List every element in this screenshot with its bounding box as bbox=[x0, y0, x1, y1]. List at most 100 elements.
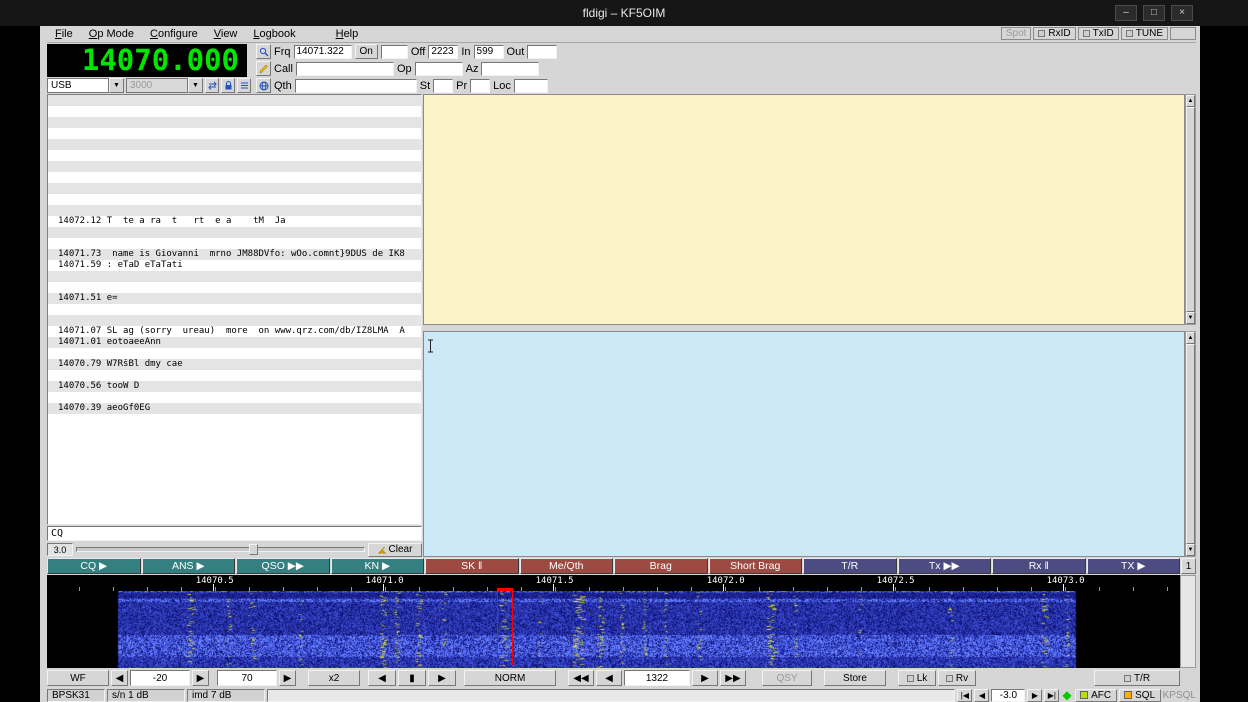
slider-thumb[interactable] bbox=[249, 544, 258, 555]
scroll-up-icon[interactable]: ▲ bbox=[1186, 95, 1195, 107]
browser-row[interactable] bbox=[48, 161, 421, 172]
browser-row[interactable]: 14071.07 SL ag (sorry ureau) more on www… bbox=[48, 326, 421, 337]
scroll-left-button[interactable]: ◀ bbox=[368, 670, 396, 686]
tune-toggle[interactable]: TUNE bbox=[1121, 27, 1168, 40]
spot-toggle[interactable]: Spot bbox=[1001, 27, 1032, 40]
txid-toggle[interactable]: TxID bbox=[1078, 27, 1119, 40]
browser-row[interactable] bbox=[48, 271, 421, 282]
tx-scrollbar[interactable]: ▲ ▼ bbox=[1185, 331, 1196, 557]
menu-logbook[interactable]: Logbook bbox=[245, 28, 303, 40]
edit-entry-button[interactable] bbox=[256, 61, 271, 76]
tr-toggle[interactable]: T/R bbox=[1094, 670, 1180, 686]
carrier-up-button[interactable]: ▶ bbox=[692, 670, 718, 686]
seek-input[interactable] bbox=[47, 526, 422, 541]
wf-mode-button[interactable]: WF bbox=[47, 670, 109, 686]
browser-row[interactable] bbox=[48, 348, 421, 359]
scroll-up-icon[interactable]: ▲ bbox=[1186, 332, 1195, 344]
chevron-down-icon[interactable]: ▼ bbox=[109, 78, 124, 93]
reverse-toggle[interactable]: Rv bbox=[938, 670, 976, 686]
loc-input[interactable] bbox=[514, 79, 548, 93]
lock-button[interactable] bbox=[221, 78, 235, 93]
browser-row[interactable] bbox=[48, 139, 421, 150]
chevron-down-icon[interactable]: ▼ bbox=[188, 78, 203, 93]
browser-row[interactable] bbox=[48, 238, 421, 249]
browser-row[interactable] bbox=[48, 150, 421, 161]
browser-row[interactable] bbox=[48, 194, 421, 205]
time-on-input[interactable] bbox=[381, 45, 408, 59]
waterfall-cursor[interactable] bbox=[497, 588, 513, 665]
macro-button-tx[interactable]: Tx ▶▶ bbox=[898, 558, 992, 574]
scroll-right-button[interactable]: ▶ bbox=[428, 670, 456, 686]
txlevel-down-button[interactable]: ◀ bbox=[974, 689, 989, 702]
browser-row[interactable]: 14071.59 : eTaD eTaTati bbox=[48, 260, 421, 271]
rx-text-panel[interactable] bbox=[423, 94, 1185, 325]
qth-input[interactable] bbox=[295, 79, 417, 93]
signal-browser[interactable]: 14072.12 T te a ra t rt e a tM Ja14071.7… bbox=[47, 94, 422, 525]
browser-row[interactable] bbox=[48, 315, 421, 326]
macro-button-meqth[interactable]: Me/Qth bbox=[520, 558, 614, 574]
center-signal-button[interactable]: ▮ bbox=[398, 670, 426, 686]
mode-status[interactable]: BPSK31 bbox=[47, 689, 105, 702]
clear-button[interactable]: Clear bbox=[368, 543, 422, 557]
menu-op-mode[interactable]: Op Mode bbox=[81, 28, 142, 40]
frq-input[interactable] bbox=[294, 45, 352, 59]
macro-button-tx[interactable]: TX ▶ bbox=[1087, 558, 1181, 574]
browser-row[interactable]: 14071.73 name is Giovanni mrno JM88DVfo:… bbox=[48, 249, 421, 260]
browser-row[interactable] bbox=[48, 95, 421, 106]
rxid-toggle[interactable]: RxID bbox=[1033, 27, 1075, 40]
time-off-input[interactable] bbox=[428, 45, 458, 59]
call-input[interactable] bbox=[296, 62, 394, 76]
macro-button-qso[interactable]: QSO ▶▶ bbox=[236, 558, 330, 574]
browser-row[interactable]: 14071.01 eotoaeeAnn bbox=[48, 337, 421, 348]
rst-out-input[interactable] bbox=[527, 45, 557, 59]
browser-row[interactable] bbox=[48, 370, 421, 381]
menu-view[interactable]: View bbox=[206, 28, 246, 40]
browser-row[interactable] bbox=[48, 205, 421, 216]
carrier-fast-up-button[interactable]: ▶▶ bbox=[720, 670, 746, 686]
txlevel-up-button[interactable]: ▶ bbox=[1027, 689, 1042, 702]
txlevel-min-button[interactable]: |◀ bbox=[957, 689, 972, 702]
macro-button-sk[interactable]: SK ‖ bbox=[425, 558, 519, 574]
scroll-down-icon[interactable]: ▼ bbox=[1186, 312, 1195, 324]
op-input[interactable] bbox=[415, 62, 463, 76]
squelch-slider[interactable] bbox=[76, 543, 365, 556]
waterfall-ruler[interactable]: 14070.514071.014071.514072.014072.514073… bbox=[47, 575, 1180, 591]
map-lookup-button[interactable] bbox=[256, 78, 271, 93]
browser-row[interactable]: 14070.39 aeoGf0EG bbox=[48, 403, 421, 414]
browser-row[interactable] bbox=[48, 128, 421, 139]
browser-row[interactable] bbox=[48, 117, 421, 128]
macro-button-rx[interactable]: Rx ‖ bbox=[992, 558, 1086, 574]
carrier-fast-down-button[interactable]: ◀◀ bbox=[568, 670, 594, 686]
maximize-button[interactable]: □ bbox=[1143, 5, 1165, 21]
menu-configure[interactable]: Configure bbox=[142, 28, 206, 40]
browser-row[interactable]: 14070.56 tooW D bbox=[48, 381, 421, 392]
macro-button-shortbrag[interactable]: Short Brag bbox=[709, 558, 803, 574]
time-on-button[interactable]: On bbox=[355, 44, 378, 59]
rig-mode-combo[interactable]: USB ▼ bbox=[47, 78, 124, 93]
menu-file[interactable]: File bbox=[47, 28, 81, 40]
st-input[interactable] bbox=[433, 79, 453, 93]
upper-level-down-button[interactable]: ◀ bbox=[111, 670, 128, 686]
lock-carrier-toggle[interactable]: Lk bbox=[898, 670, 936, 686]
browser-row[interactable] bbox=[48, 282, 421, 293]
qsy-button[interactable]: QSY bbox=[762, 670, 812, 686]
browser-row[interactable] bbox=[48, 172, 421, 183]
scrollbar-thumb[interactable] bbox=[1186, 344, 1195, 544]
scroll-down-icon[interactable]: ▼ bbox=[1186, 544, 1195, 556]
pr-input[interactable] bbox=[470, 79, 490, 93]
az-input[interactable] bbox=[481, 62, 539, 76]
menu-help[interactable]: Help bbox=[328, 28, 367, 40]
macro-set-button[interactable]: 1 bbox=[1181, 558, 1196, 574]
swap-button[interactable] bbox=[205, 78, 219, 93]
browser-row[interactable]: 14070.79 W7RšBl dmy cae bbox=[48, 359, 421, 370]
browser-row[interactable] bbox=[48, 227, 421, 238]
afc-toggle[interactable]: AFC bbox=[1075, 689, 1117, 702]
waterfall-canvas[interactable] bbox=[47, 591, 1180, 668]
zoom-button[interactable]: x2 bbox=[308, 670, 360, 686]
carrier-down-button[interactable]: ◀ bbox=[596, 670, 622, 686]
browser-row[interactable] bbox=[48, 183, 421, 194]
macro-button-kn[interactable]: KN ▶ bbox=[331, 558, 425, 574]
txlevel-max-button[interactable]: ▶| bbox=[1044, 689, 1059, 702]
minimize-button[interactable]: – bbox=[1115, 5, 1137, 21]
browser-row[interactable] bbox=[48, 304, 421, 315]
